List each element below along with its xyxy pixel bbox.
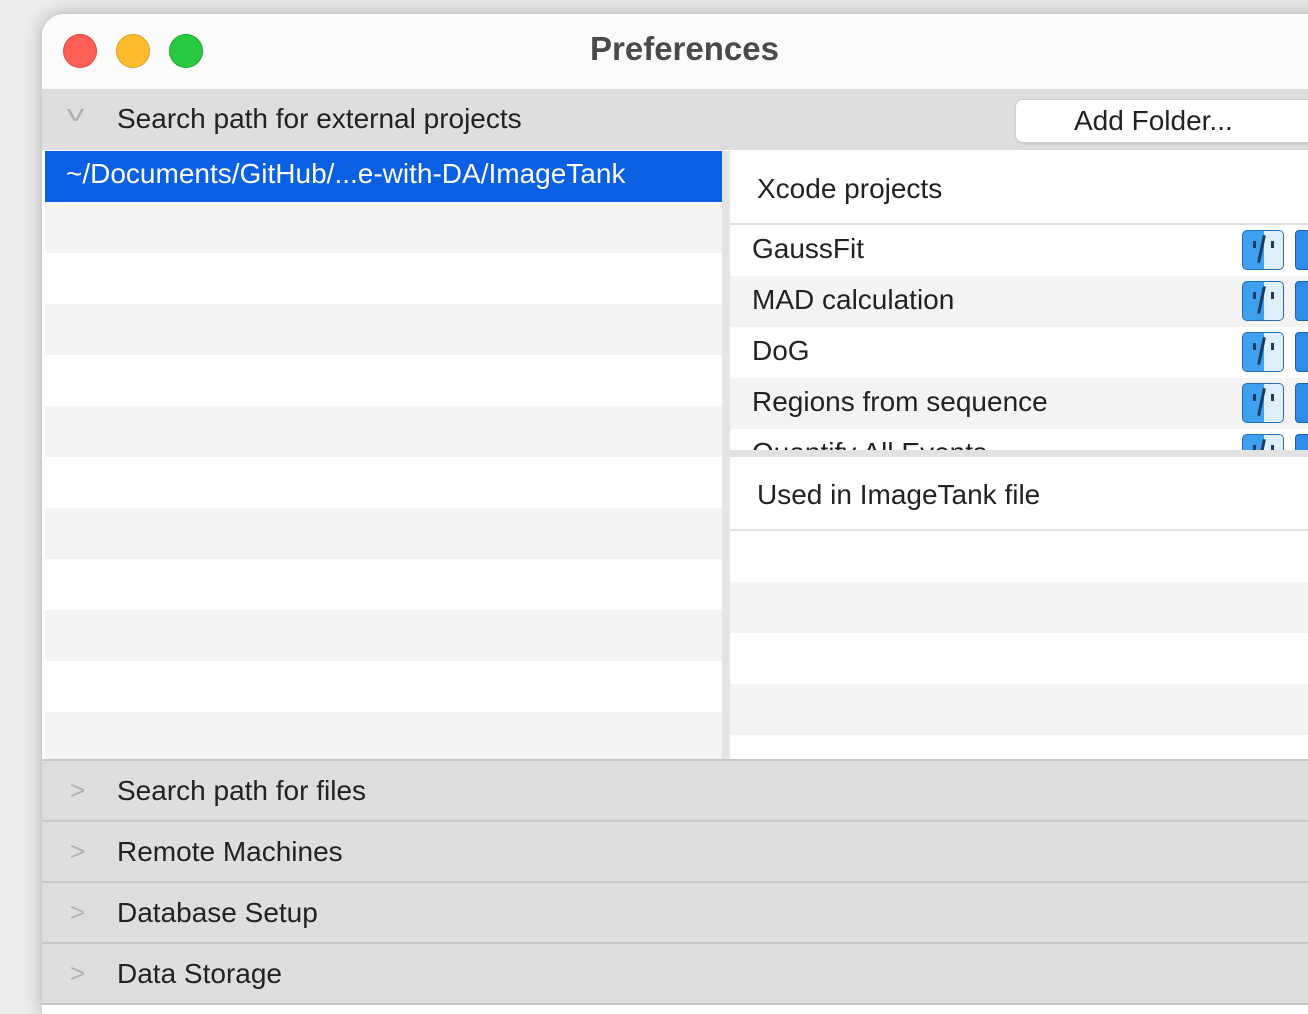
empty-row <box>730 684 1308 735</box>
project-row[interactable]: GaussFit <box>730 225 1308 276</box>
project-row[interactable]: DoG <box>730 327 1308 378</box>
xcode-projects-label: Xcode projects <box>757 173 943 204</box>
xcode-icon[interactable] <box>1295 332 1308 372</box>
empty-row <box>45 712 722 761</box>
project-name: MAD calculation <box>752 284 955 315</box>
empty-row <box>45 355 722 406</box>
empty-row <box>730 531 1308 582</box>
add-folder-button[interactable]: Add Folder... <box>1015 99 1308 143</box>
empty-row <box>45 304 722 355</box>
section-data-storage-header[interactable]: > Data Storage <box>42 942 1308 1005</box>
finder-icon[interactable] <box>1242 230 1284 270</box>
zoom-window-button[interactable] <box>169 34 203 68</box>
project-name: GaussFit <box>752 233 865 264</box>
chevron-right-icon[interactable]: > <box>70 836 85 867</box>
section-database-setup-header[interactable]: > Database Setup <box>42 881 1308 944</box>
empty-row <box>45 202 722 253</box>
title-bar: Preferences <box>42 14 1308 91</box>
section-label: Database Setup <box>117 897 318 928</box>
empty-row <box>730 633 1308 684</box>
section-external-projects-header[interactable]: v Search path for external projects Add … <box>42 91 1308 150</box>
project-name: Regions from sequence <box>752 386 1048 417</box>
window-title: Preferences <box>590 30 779 67</box>
chevron-right-icon[interactable]: > <box>70 775 85 806</box>
section-search-path-files-header[interactable]: > Search path for files <box>42 759 1308 822</box>
search-path-row[interactable]: ~/Documents/GitHub/...e-with-DA/ImageTan… <box>45 151 722 202</box>
project-name: DoG <box>752 335 810 366</box>
project-name: Quantify All Events <box>752 437 987 450</box>
xcode-icon[interactable] <box>1295 230 1308 270</box>
empty-row <box>45 559 722 610</box>
search-path-list[interactable]: ~/Documents/GitHub/...e-with-DA/ImageTan… <box>45 151 722 761</box>
empty-row <box>45 508 722 559</box>
finder-icon[interactable] <box>1242 281 1284 321</box>
split-view-divider[interactable] <box>722 151 730 761</box>
xcode-icon[interactable] <box>1295 281 1308 321</box>
project-row[interactable]: Quantify All Events <box>730 429 1308 450</box>
used-in-file-header: Used in ImageTank file <box>730 457 1308 531</box>
section-remote-machines-header[interactable]: > Remote Machines <box>42 820 1308 883</box>
empty-row <box>730 582 1308 633</box>
empty-row <box>45 457 722 508</box>
project-row[interactable]: Regions from sequence <box>730 378 1308 429</box>
xcode-projects-list[interactable]: GaussFit MAD calculation DoG Regions fro… <box>730 225 1308 450</box>
chevron-down-icon[interactable]: v <box>67 101 85 127</box>
xcode-projects-header: Xcode projects <box>730 151 1308 225</box>
empty-row <box>45 406 722 457</box>
section-label: Data Storage <box>117 958 282 989</box>
section-label: Search path for external projects <box>117 103 522 134</box>
xcode-icon[interactable] <box>1295 434 1308 450</box>
finder-icon[interactable] <box>1242 434 1284 450</box>
section-label: Remote Machines <box>117 836 343 867</box>
minimize-window-button[interactable] <box>116 34 150 68</box>
xcode-icon[interactable] <box>1295 383 1308 423</box>
used-in-file-list[interactable] <box>730 531 1308 761</box>
empty-row <box>45 661 722 712</box>
project-details-pane: Xcode projects GaussFit MAD calculation … <box>730 151 1308 761</box>
pane-split-divider[interactable] <box>730 450 1308 457</box>
used-in-file-label: Used in ImageTank file <box>757 479 1041 510</box>
project-row[interactable]: MAD calculation <box>730 276 1308 327</box>
finder-icon[interactable] <box>1242 383 1284 423</box>
finder-icon[interactable] <box>1242 332 1284 372</box>
preferences-window: Preferences v Search path for external p… <box>42 14 1308 1014</box>
chevron-right-icon[interactable]: > <box>70 958 85 989</box>
chevron-right-icon[interactable]: > <box>70 897 85 928</box>
empty-row <box>45 253 722 304</box>
empty-row <box>45 610 722 661</box>
close-window-button[interactable] <box>63 34 97 68</box>
section-label: Search path for files <box>117 775 367 806</box>
